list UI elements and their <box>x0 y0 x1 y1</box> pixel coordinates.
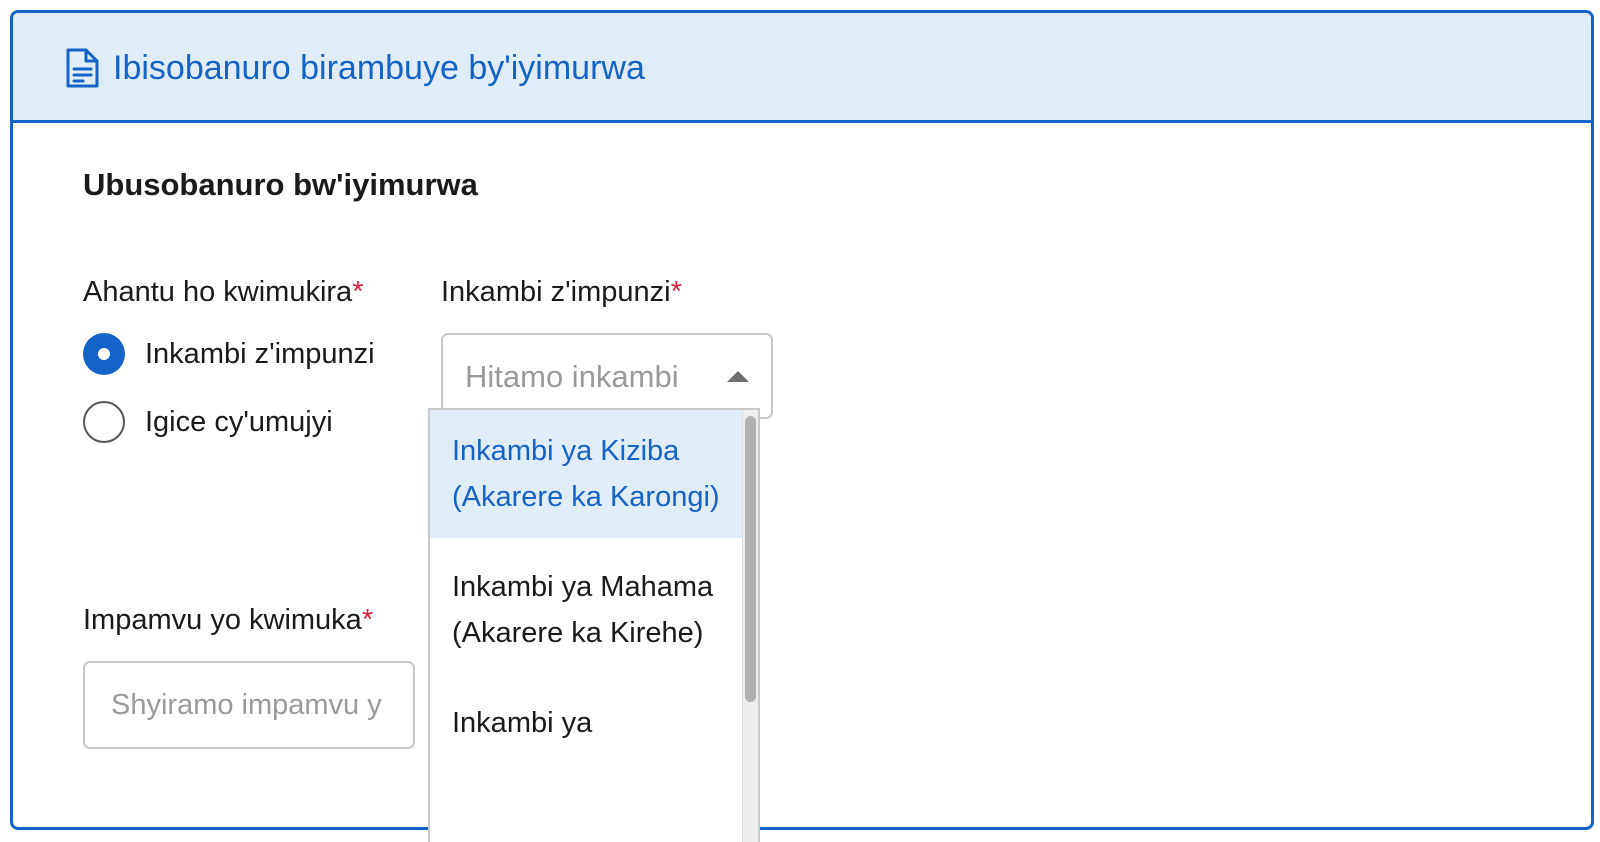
camp-options-list: Inkambi ya Kiziba (Akarere ka Karongi) I… <box>430 410 744 772</box>
radio-urban-area[interactable]: Igice cy'umujyi <box>83 399 333 445</box>
radio-label: Inkambi z'impunzi <box>145 338 375 370</box>
reason-input[interactable] <box>83 661 415 749</box>
radio-refugee-camp[interactable]: Inkambi z'impunzi <box>83 331 375 377</box>
radio-label: Igice cy'umujyi <box>145 406 333 438</box>
scrollbar-thumb[interactable] <box>745 416 756 702</box>
relocation-details-panel: Ibisobanuro birambuye by'iyimurwa Ubusob… <box>10 10 1594 830</box>
reason-label: Impamvu yo kwimuka* <box>83 601 373 639</box>
camp-option-mahama[interactable]: Inkambi ya Mahama (Akarere ka Kirehe) <box>430 546 744 674</box>
caret-up-icon[interactable] <box>727 371 749 382</box>
camp-dropdown-menu[interactable]: Inkambi ya Kiziba (Akarere ka Karongi) I… <box>428 408 760 842</box>
destination-label-text: Ahantu ho kwimukira <box>83 276 353 308</box>
camp-option-kiziba[interactable]: Inkambi ya Kiziba (Akarere ka Karongi) <box>430 410 744 538</box>
camp-label-text: Inkambi z'impunzi <box>441 276 671 308</box>
panel-header: Ibisobanuro birambuye by'iyimurwa <box>13 13 1591 123</box>
document-icon <box>63 47 101 89</box>
camp-label: Inkambi z'impunzi* <box>441 273 682 311</box>
radio-button-unchecked[interactable] <box>83 401 125 443</box>
destination-label: Ahantu ho kwimukira* <box>83 273 363 311</box>
radio-button-checked[interactable] <box>83 333 125 375</box>
dropdown-scrollbar[interactable] <box>742 410 758 842</box>
camp-option-partial[interactable]: Inkambi ya <box>430 682 744 764</box>
panel-title: Ibisobanuro birambuye by'iyimurwa <box>113 49 645 87</box>
camp-select-placeholder: Hitamo inkambi <box>465 359 679 394</box>
section-title: Ubusobanuro bw'iyimurwa <box>83 167 478 202</box>
reason-label-text: Impamvu yo kwimuka <box>83 604 362 636</box>
required-marker: * <box>361 604 374 636</box>
camp-select[interactable]: Hitamo inkambi <box>441 333 773 419</box>
required-marker: * <box>670 276 682 308</box>
required-marker: * <box>352 276 364 308</box>
